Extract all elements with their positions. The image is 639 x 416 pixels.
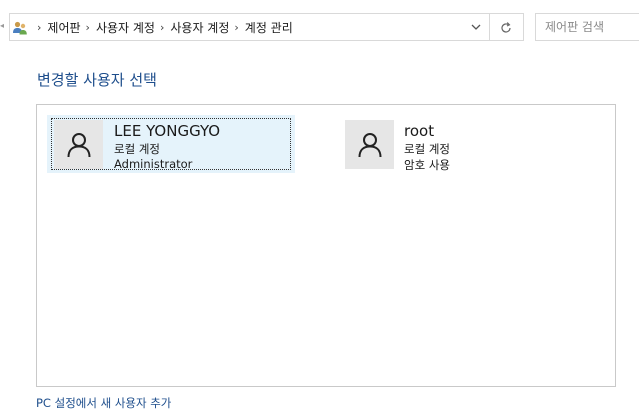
address-bar[interactable]: › 제어판 › 사용자 계정 › 사용자 계정 › 계정 관리 (9, 13, 490, 41)
user-icon (358, 133, 382, 158)
breadcrumb-item-manage-accounts[interactable]: 계정 관리 (245, 19, 293, 36)
breadcrumb-item-control-panel[interactable]: 제어판 (47, 19, 80, 36)
search-box[interactable] (535, 13, 639, 41)
chevron-down-icon[interactable] (468, 19, 484, 35)
search-input[interactable] (536, 14, 639, 40)
account-detail: Administrator (114, 157, 193, 171)
account-type: 로컬 계정 (114, 142, 160, 156)
account-tile-lee-yonggyo[interactable]: LEE YONGGYO 로컬 계정 Administrator (47, 115, 295, 173)
avatar (345, 120, 394, 169)
account-tile-root[interactable]: root 로컬 계정 암호 사용 (337, 115, 585, 173)
refresh-icon (499, 20, 513, 34)
account-name: root (404, 122, 435, 140)
breadcrumb-separator-icon[interactable]: › (234, 21, 238, 34)
account-detail: 암호 사용 (404, 158, 450, 172)
account-name: LEE YONGGYO (114, 122, 221, 140)
add-user-link[interactable]: PC 설정에서 새 사용자 추가 (36, 395, 171, 411)
breadcrumb-item-user-accounts[interactable]: 사용자 계정 (96, 19, 155, 36)
breadcrumb: › 제어판 › 사용자 계정 › 사용자 계정 › 계정 관리 (32, 14, 293, 40)
avatar (54, 120, 103, 169)
left-arrow-icon: ◂ (0, 21, 5, 30)
breadcrumb-separator-icon[interactable]: › (160, 21, 164, 34)
address-bar-row: ◂ › 제어판 › 사용자 계정 › 사용자 계정 › 계정 관리 (0, 0, 639, 55)
accounts-panel: LEE YONGGYO 로컬 계정 Administrator root 로컬 … (36, 104, 616, 387)
refresh-button[interactable] (490, 13, 524, 41)
breadcrumb-separator-icon[interactable]: › (37, 21, 41, 34)
breadcrumb-separator-icon[interactable]: › (86, 21, 90, 34)
page-title: 변경할 사용자 선택 (37, 71, 157, 89)
user-accounts-icon (12, 20, 28, 36)
user-icon (67, 133, 91, 158)
account-type: 로컬 계정 (404, 142, 450, 156)
breadcrumb-item-user-accounts-2[interactable]: 사용자 계정 (170, 19, 229, 36)
